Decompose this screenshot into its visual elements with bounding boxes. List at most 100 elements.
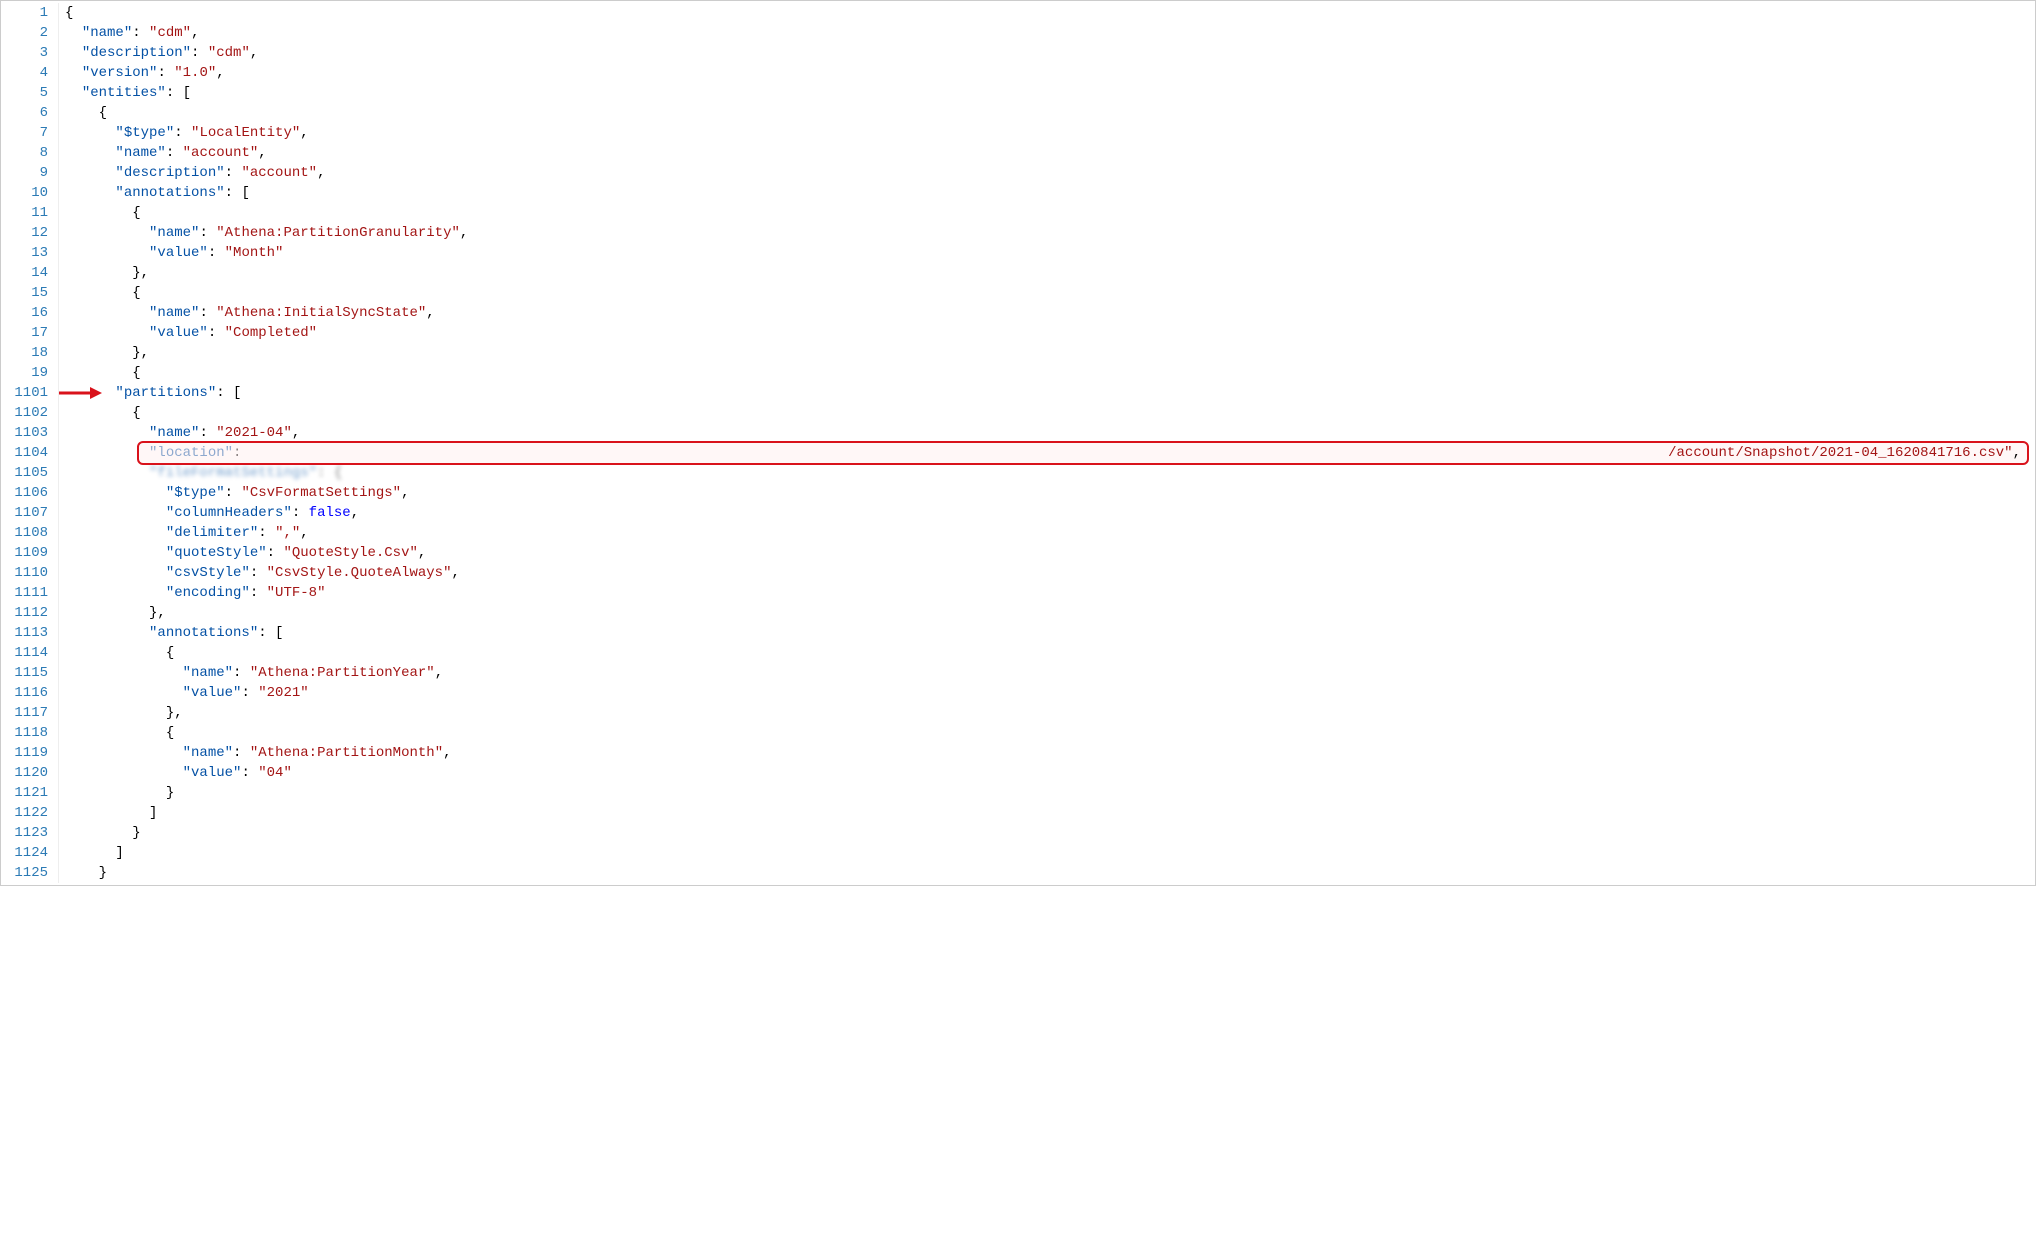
code-line[interactable]: "encoding": "UTF-8" [65, 583, 2033, 603]
code-line[interactable]: "$type": "CsvFormatSettings", [65, 483, 2033, 503]
line-number: 1113 [9, 623, 48, 643]
code-token [65, 385, 115, 401]
code-token: "name" [149, 305, 199, 321]
code-line[interactable]: } [65, 783, 2033, 803]
line-number: 1101 [9, 383, 48, 403]
line-number: 1115 [9, 663, 48, 683]
code-token [65, 45, 82, 61]
code-line[interactable]: }, [65, 343, 2033, 363]
code-token [65, 125, 115, 141]
code-line[interactable]: "description": "account", [65, 163, 2033, 183]
code-token: : [225, 485, 242, 501]
code-token: false [309, 505, 351, 521]
code-line[interactable]: "value": "04" [65, 763, 2033, 783]
code-token: , [300, 525, 308, 541]
code-token: , [317, 165, 325, 181]
code-token: ] [149, 805, 157, 821]
code-token: : [233, 745, 250, 761]
line-number: 12 [9, 223, 48, 243]
code-line[interactable]: "value": "Completed" [65, 323, 2033, 343]
code-line[interactable]: } [65, 823, 2033, 843]
code-line[interactable]: { [65, 283, 2033, 303]
code-line[interactable]: "name": "Athena:PartitionYear", [65, 663, 2033, 683]
code-line[interactable]: { [65, 203, 2033, 223]
code-line[interactable]: "name": "cdm", [65, 23, 2033, 43]
code-line[interactable]: { [65, 103, 2033, 123]
code-line[interactable]: ] [65, 843, 2033, 863]
code-token: { [132, 405, 140, 421]
code-token: , [443, 745, 451, 761]
code-line[interactable]: { [65, 3, 2033, 23]
line-number: 1120 [9, 763, 48, 783]
code-line[interactable]: "csvStyle": "CsvStyle.QuoteAlways", [65, 563, 2033, 583]
code-token: "," [275, 525, 300, 541]
code-token: "cdm" [208, 45, 250, 61]
code-line[interactable]: "description": "cdm", [65, 43, 2033, 63]
code-token: , [452, 565, 460, 581]
code-token [65, 405, 132, 421]
code-line[interactable]: "$type": "LocalEntity", [65, 123, 2033, 143]
code-line[interactable]: "quoteStyle": "QuoteStyle.Csv", [65, 543, 2033, 563]
code-line[interactable]: { [65, 403, 2033, 423]
code-token [65, 585, 166, 601]
code-line[interactable]: { [65, 723, 2033, 743]
code-token: : { [317, 465, 342, 481]
code-line[interactable]: "value": "Month" [65, 243, 2033, 263]
code-line[interactable]: "name": "account", [65, 143, 2033, 163]
code-line[interactable]: "annotations": [ [65, 183, 2033, 203]
code-line[interactable]: "partitions": [ [65, 383, 2033, 403]
code-token: { [166, 725, 174, 741]
code-line[interactable]: "location": [65, 443, 2033, 463]
code-editor[interactable]: 1234567891011121314151617181911011102110… [3, 3, 2033, 883]
code-token [65, 765, 183, 781]
code-token: "account" [183, 145, 259, 161]
line-number: 1103 [9, 423, 48, 443]
code-token: { [99, 105, 107, 121]
code-token: , [258, 145, 266, 161]
code-line[interactable]: "name": "Athena:PartitionGranularity", [65, 223, 2033, 243]
code-token: "quoteStyle" [166, 545, 267, 561]
code-line[interactable]: { [65, 643, 2033, 663]
code-token [65, 665, 183, 681]
code-token [65, 185, 115, 201]
code-token: "1.0" [174, 65, 216, 81]
code-line[interactable]: "annotations": [ [65, 623, 2033, 643]
code-token: "2021" [258, 685, 308, 701]
line-number: 1102 [9, 403, 48, 423]
code-line[interactable]: "delimiter": ",", [65, 523, 2033, 543]
code-line[interactable]: "version": "1.0", [65, 63, 2033, 83]
code-token: "Month" [225, 245, 284, 261]
code-line[interactable]: "columnHeaders": false, [65, 503, 2033, 523]
code-token: , [418, 545, 426, 561]
code-token: : [233, 665, 250, 681]
line-number: 1119 [9, 743, 48, 763]
code-token [65, 725, 166, 741]
code-line[interactable]: }, [65, 703, 2033, 723]
code-token [65, 205, 132, 221]
code-token [65, 605, 149, 621]
code-line[interactable]: "entities": [ [65, 83, 2033, 103]
code-line[interactable]: "fileFormatSettings": { [65, 463, 2033, 483]
code-line[interactable]: { [65, 363, 2033, 383]
code-token: }, [166, 705, 183, 721]
line-number: 1114 [9, 643, 48, 663]
code-line[interactable]: }, [65, 263, 2033, 283]
code-token: : [233, 445, 241, 461]
code-token: "value" [183, 765, 242, 781]
code-line[interactable]: "name": "2021-04", [65, 423, 2033, 443]
code-token [65, 245, 149, 261]
code-token [65, 105, 99, 121]
code-token: "value" [183, 685, 242, 701]
code-line[interactable]: }, [65, 603, 2033, 623]
code-line[interactable]: } [65, 863, 2033, 883]
code-token: "Athena:PartitionMonth" [250, 745, 443, 761]
code-token: "location" [149, 445, 233, 461]
code-token: "name" [183, 745, 233, 761]
code-line[interactable]: "name": "Athena:InitialSyncState", [65, 303, 2033, 323]
code-token: , [292, 425, 300, 441]
code-token: , [401, 485, 409, 501]
code-line[interactable]: "value": "2021" [65, 683, 2033, 703]
code-line[interactable]: ] [65, 803, 2033, 823]
code-content[interactable]: { "name": "cdm", "description": "cdm", "… [59, 3, 2033, 883]
code-line[interactable]: "name": "Athena:PartitionMonth", [65, 743, 2033, 763]
